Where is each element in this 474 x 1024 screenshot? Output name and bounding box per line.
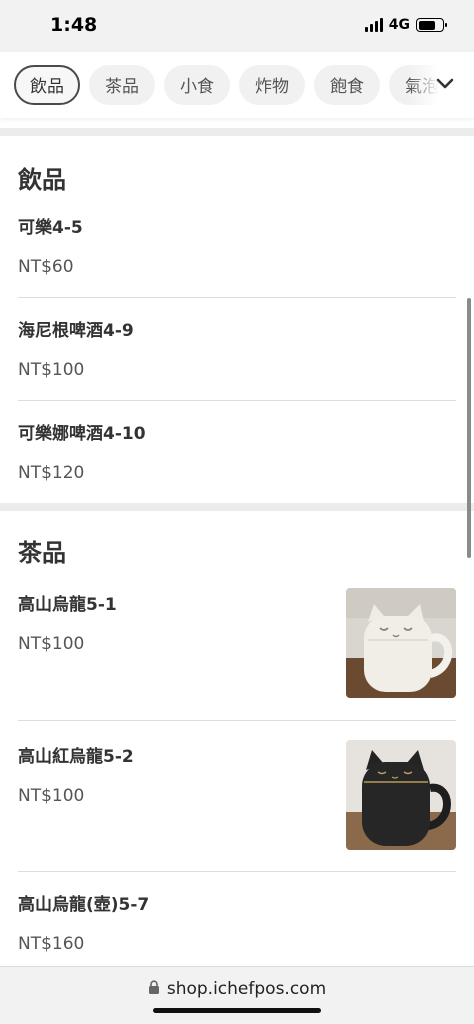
tab-fried[interactable]: 炸物: [239, 65, 305, 105]
menu-item[interactable]: 可樂娜啤酒4-10 NT$120: [0, 419, 474, 503]
lock-icon: [148, 979, 160, 999]
section-title-drinks: 飲品: [18, 166, 66, 194]
item-price: NT$120: [18, 463, 85, 483]
tab-snacks[interactable]: 小食: [164, 65, 230, 105]
status-indicators: 4G: [364, 17, 447, 33]
network-type: 4G: [388, 17, 410, 33]
tab-tea[interactable]: 茶品: [89, 65, 155, 105]
item-price: NT$100: [18, 786, 85, 806]
item-price: NT$60: [18, 257, 74, 277]
tab-drinks[interactable]: 飲品: [14, 65, 80, 105]
browser-url-bar[interactable]: shop.ichefpos.com: [0, 966, 474, 1024]
section-title-tea: 茶品: [18, 539, 66, 567]
item-price: NT$160: [18, 934, 85, 954]
chevron-down-icon[interactable]: [432, 71, 458, 97]
category-tabs: 飲品 茶品 小食 炸物 飽食 氣泡飲: [0, 52, 474, 118]
status-time: 1:48: [50, 14, 98, 36]
divider: [18, 720, 456, 721]
divider: [18, 400, 456, 401]
scrollbar[interactable]: [467, 298, 471, 558]
section-gap: [0, 128, 474, 136]
divider: [18, 297, 456, 298]
menu-item[interactable]: 高山烏龍5-1 NT$100: [0, 588, 474, 720]
battery-icon: [416, 18, 447, 32]
status-bar: 1:48 4G: [0, 0, 474, 52]
item-name: 高山烏龍(壺)5-7: [18, 895, 150, 915]
home-indicator[interactable]: [153, 1008, 321, 1013]
menu-item[interactable]: 高山紅烏龍5-2 NT$100: [0, 740, 474, 872]
url-display[interactable]: shop.ichefpos.com: [0, 979, 474, 999]
item-image-black-cat-mug: [346, 740, 456, 850]
menu-item[interactable]: 高山烏龍(壺)5-7 NT$160: [0, 890, 474, 966]
item-name: 海尼根啤酒4-9: [18, 321, 134, 341]
item-price: NT$100: [18, 634, 85, 654]
section-gap: [0, 503, 474, 511]
menu-item[interactable]: 海尼根啤酒4-9 NT$100: [0, 316, 474, 400]
divider: [18, 871, 456, 872]
signal-icon: [364, 18, 383, 32]
item-image-white-cat-mug: [346, 588, 456, 698]
item-name: 可樂4-5: [18, 218, 83, 238]
item-name: 高山烏龍5-1: [18, 595, 117, 615]
tab-meals[interactable]: 飽食: [314, 65, 380, 105]
category-tabs-track: 飲品 茶品 小食 炸物 飽食 氣泡飲: [14, 65, 472, 105]
item-name: 高山紅烏龍5-2: [18, 747, 134, 767]
menu-item[interactable]: 可樂4-5 NT$60: [0, 213, 474, 297]
url-text: shop.ichefpos.com: [166, 979, 327, 999]
item-price: NT$100: [18, 360, 85, 380]
item-name: 可樂娜啤酒4-10: [18, 424, 146, 444]
